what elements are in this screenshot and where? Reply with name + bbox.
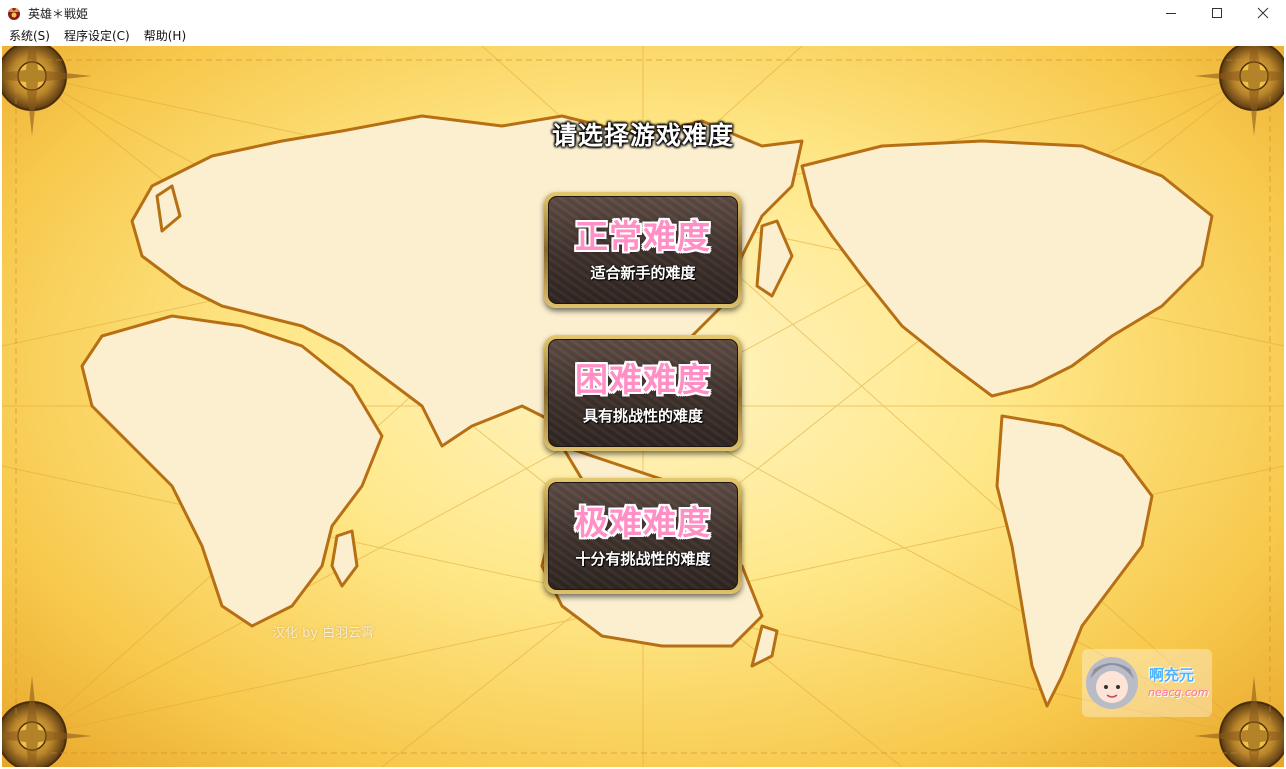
normal-difficulty-button[interactable]: 正常难度 适合新手的难度 [544, 192, 742, 308]
app-crown-icon [6, 5, 22, 21]
difficulty-title: 极难难度 [575, 503, 711, 542]
menu-program-settings[interactable]: 程序设定(C) [57, 26, 137, 46]
logo-name: 啊充元 [1149, 666, 1195, 684]
translation-watermark: 汉化 by 白羽云霄 [272, 626, 375, 641]
logo-domain: neacg.com [1148, 686, 1209, 699]
window-title: 英雄＊戦姫 [28, 7, 89, 21]
maximize-icon [1212, 8, 1222, 18]
menu-bar: 系统(S) 程序设定(C) 帮助(H) [0, 26, 1286, 46]
hard-difficulty-button[interactable]: 困难难度 具有挑战性的难度 [544, 335, 742, 451]
menu-help[interactable]: 帮助(H) [137, 26, 193, 46]
minimize-button[interactable] [1148, 0, 1194, 26]
maximize-button[interactable] [1194, 0, 1240, 26]
difficulty-subtitle: 具有挑战性的难度 [582, 407, 703, 425]
close-icon [1257, 7, 1269, 19]
window-title-bar[interactable]: 英雄＊戦姫 [0, 0, 1286, 27]
difficulty-prompt-title: 请选择游戏难度 [551, 121, 734, 150]
close-button[interactable] [1240, 0, 1286, 26]
difficulty-title: 正常难度 [575, 217, 711, 256]
extreme-difficulty-button[interactable]: 极难难度 十分有挑战性的难度 [544, 478, 742, 594]
difficulty-subtitle: 十分有挑战性的难度 [575, 550, 711, 568]
minimize-icon [1166, 13, 1176, 14]
difficulty-title: 困难难度 [575, 360, 711, 399]
game-canvas[interactable]: 请选择游戏难度 正常难度 适合新手的难度 困难难度 具有挑战性的难度 极难难度 … [2, 46, 1284, 767]
menu-system[interactable]: 系统(S) [0, 26, 57, 46]
difficulty-subtitle: 适合新手的难度 [590, 264, 696, 282]
